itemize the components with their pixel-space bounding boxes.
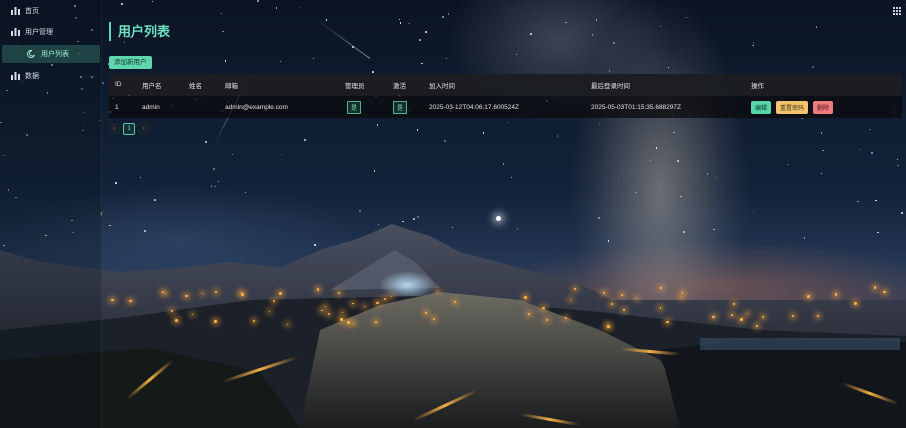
sidebar-item-home[interactable]: 首页 <box>0 0 101 22</box>
add-user-button[interactable]: 添加新用户 <box>109 56 152 69</box>
city-light <box>268 310 270 312</box>
city-light <box>341 311 343 313</box>
pagination: ‹ 1 › <box>109 123 149 135</box>
city-light <box>376 301 379 305</box>
chevron-down-icon: ⌄ <box>89 73 95 80</box>
city-light <box>806 295 810 299</box>
edit-button[interactable]: 编辑 <box>751 100 772 114</box>
collapse-sidebar-icon[interactable]: ‹ <box>100 208 103 218</box>
column-header-name: 姓名 <box>189 82 202 90</box>
sidebar: 首页 用户管理 ⌃ 用户列表 数据 ⌄ <box>0 0 102 428</box>
reset-password-button[interactable]: 重置密码 <box>776 100 809 114</box>
sidebar-item-user-list[interactable]: 用户列表 <box>2 45 100 63</box>
city-light <box>659 286 662 289</box>
bar-chart-icon <box>10 6 20 16</box>
active-badge: 是 <box>393 100 408 114</box>
cell-username: admin <box>142 103 160 111</box>
city-light <box>453 301 456 304</box>
city-light <box>792 315 794 317</box>
city-light <box>712 315 715 318</box>
city-light <box>854 302 857 305</box>
apps-grid-icon[interactable] <box>893 2 901 20</box>
bar-chart-icon <box>10 27 20 37</box>
cell-email: admin@example.com <box>225 103 288 111</box>
city-light <box>659 307 662 309</box>
page-title: 用户列表 <box>109 22 170 41</box>
user-table: ID 用户名 姓名 邮箱 管理员 激活 加入时间 最后登录时间 操作 1 adm… <box>109 74 902 118</box>
column-header-username: 用户名 <box>142 82 162 90</box>
city-light <box>524 295 528 299</box>
admin-badge: 是 <box>347 100 362 114</box>
city-light <box>732 302 735 305</box>
city-light <box>436 290 439 292</box>
sidebar-item-label: 用户列表 <box>41 51 69 58</box>
cell-joined: 2025-03-12T04:06:17.600524Z <box>429 103 519 111</box>
column-header-active: 激活 <box>393 82 406 90</box>
next-page-button[interactable]: › <box>138 123 149 134</box>
column-header-admin: 管理员 <box>345 82 365 90</box>
column-header-id: ID <box>115 81 122 88</box>
city-light <box>240 293 244 297</box>
table-row: 1 admin admin@example.com 是 是 2025-03-12… <box>109 95 902 118</box>
sidebar-item-label: 数据 <box>25 73 39 80</box>
sidebar-item-label: 用户管理 <box>25 29 53 36</box>
city-light <box>681 292 683 294</box>
chevron-up-icon: ⌃ <box>89 29 95 36</box>
city-light <box>340 318 343 321</box>
cell-last-login: 2025-05-03T01:15:35.688297Z <box>591 103 681 111</box>
city-light <box>740 318 744 321</box>
table-header: ID 用户名 姓名 邮箱 管理员 激活 加入时间 最后登录时间 操作 <box>109 74 902 95</box>
city-light <box>161 291 164 293</box>
column-header-last-login: 最后登录时间 <box>591 82 630 90</box>
city-light <box>623 309 625 311</box>
city-light <box>279 291 282 295</box>
sidebar-item-label: 首页 <box>25 8 39 15</box>
sidebar-item-user-management[interactable]: 用户管理 ⌃ <box>0 21 101 43</box>
moon-icon <box>26 49 36 59</box>
city-light <box>527 313 530 316</box>
column-header-email: 邮箱 <box>225 82 238 90</box>
sidebar-item-data[interactable]: 数据 ⌄ <box>0 65 101 87</box>
city-light <box>174 319 178 322</box>
city-light <box>252 319 256 322</box>
city-light <box>346 321 350 325</box>
cell-id: 1 <box>115 103 119 111</box>
city-light <box>432 318 435 321</box>
city-light <box>873 286 876 289</box>
city-light <box>834 293 838 296</box>
bar-chart-icon <box>10 71 20 81</box>
city-light <box>883 290 886 294</box>
page-button-current[interactable]: 1 <box>123 123 135 135</box>
city-light <box>424 312 427 314</box>
row-actions: 编辑 重置密码 删除 <box>751 96 838 118</box>
delete-button[interactable]: 删除 <box>813 100 834 114</box>
column-header-actions: 操作 <box>751 82 764 90</box>
city-light <box>607 324 610 328</box>
city-light <box>214 320 217 323</box>
prev-page-button[interactable]: ‹ <box>109 123 120 134</box>
column-header-joined: 加入时间 <box>429 82 455 90</box>
